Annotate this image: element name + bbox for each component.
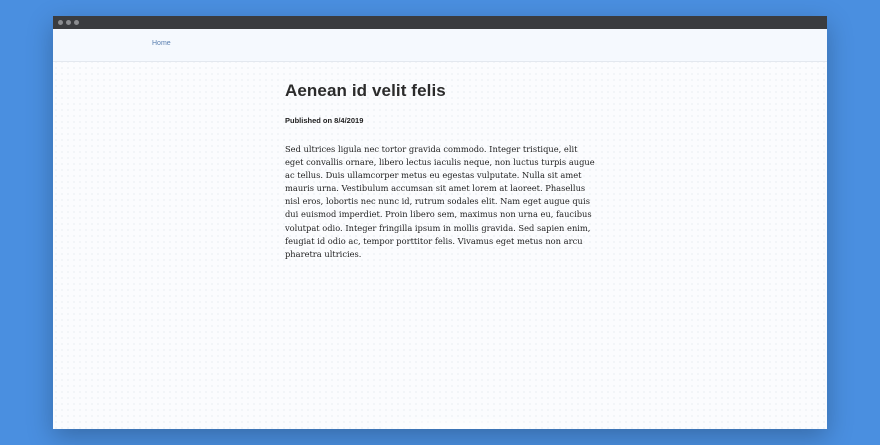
site-header: Home [53,29,827,62]
article-body: Sed ultrices ligula nec tortor gravida c… [285,144,595,259]
window-titlebar [53,16,827,29]
close-window-icon[interactable] [58,20,63,25]
home-link[interactable]: Home [152,40,171,47]
minimize-window-icon[interactable] [66,20,71,25]
bottom-glow [383,419,533,429]
article: Aenean id velit felis Published on 8/4/2… [285,81,595,261]
article-title: Aenean id velit felis [285,81,446,100]
zoom-window-icon[interactable] [74,20,79,25]
browser-window: Home Aenean id velit felis Published on … [53,16,827,429]
published-date: Published on 8/4/2019 [285,116,364,125]
page-content: Home Aenean id velit felis Published on … [53,29,827,429]
